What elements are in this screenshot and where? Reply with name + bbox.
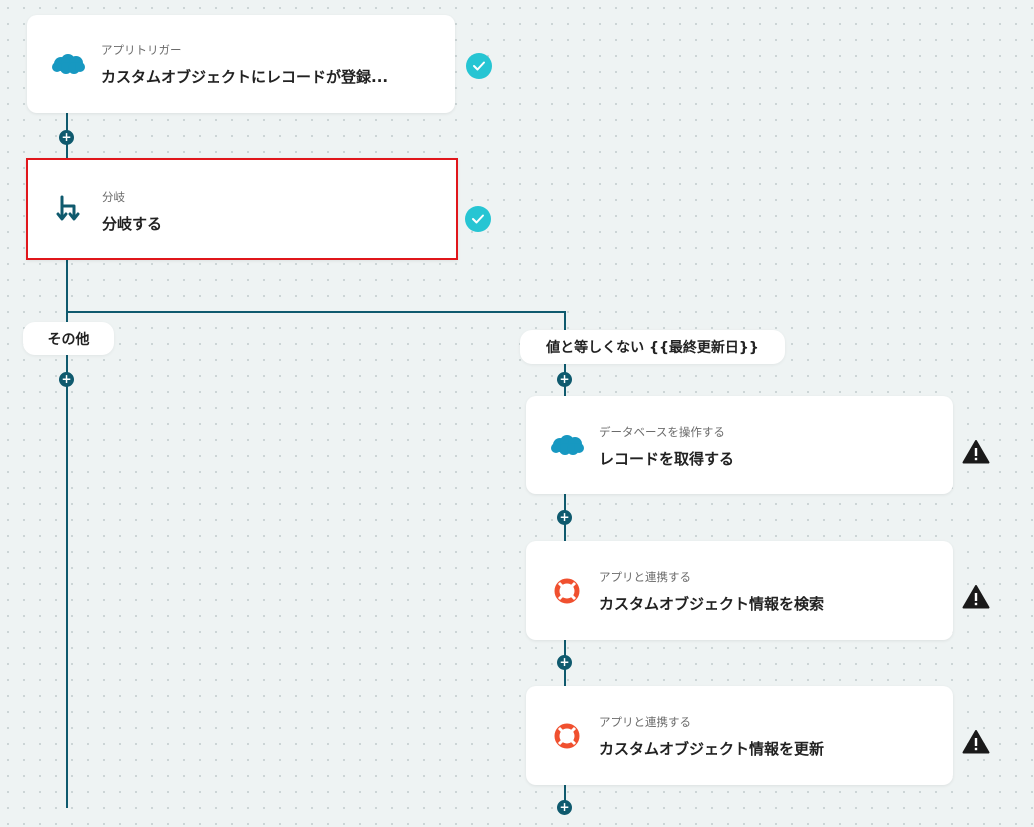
warning-icon <box>962 729 990 755</box>
step-title: カスタムオブジェクトにレコードが登録... <box>101 68 389 86</box>
check-icon <box>465 206 491 232</box>
salesforce-icon <box>550 428 584 462</box>
branch-icon <box>52 192 86 226</box>
add-step-button[interactable]: + <box>557 510 572 525</box>
add-step-button[interactable]: + <box>59 130 74 145</box>
search-step-card[interactable]: アプリと連携する カスタムオブジェクト情報を検索 <box>526 541 953 640</box>
warning-icon <box>962 439 990 465</box>
add-step-button[interactable]: + <box>557 655 572 670</box>
check-icon <box>466 53 492 79</box>
step-category: アプリと連携する <box>599 715 691 729</box>
lifebuoy-icon <box>550 719 584 753</box>
step-title: 分岐する <box>102 215 163 233</box>
warning-icon <box>962 584 990 610</box>
step-title: カスタムオブジェクト情報を検索 <box>599 595 825 613</box>
trigger-step-card[interactable]: アプリトリガー カスタムオブジェクトにレコードが登録... <box>27 15 455 113</box>
step-title: カスタムオブジェクト情報を更新 <box>599 740 825 758</box>
get-record-step-card[interactable]: データベースを操作する レコードを取得する <box>526 396 953 494</box>
branch-label-other[interactable]: その他 <box>23 322 114 355</box>
step-category: 分岐 <box>102 190 125 204</box>
update-step-card[interactable]: アプリと連携する カスタムオブジェクト情報を更新 <box>526 686 953 785</box>
step-category: アプリトリガー <box>101 43 182 57</box>
step-title: レコードを取得する <box>599 450 735 468</box>
branch-step-card[interactable]: 分岐 分岐する <box>26 158 458 260</box>
connector-line <box>66 311 566 313</box>
branch-label-condition[interactable]: 値と等しくない {{最終更新日}} <box>520 330 785 364</box>
salesforce-icon <box>51 47 85 81</box>
add-step-button[interactable]: + <box>557 800 572 815</box>
add-step-button[interactable]: + <box>59 372 74 387</box>
step-category: データベースを操作する <box>599 425 725 439</box>
add-step-button[interactable]: + <box>557 372 572 387</box>
lifebuoy-icon <box>550 574 584 608</box>
step-category: アプリと連携する <box>599 570 691 584</box>
